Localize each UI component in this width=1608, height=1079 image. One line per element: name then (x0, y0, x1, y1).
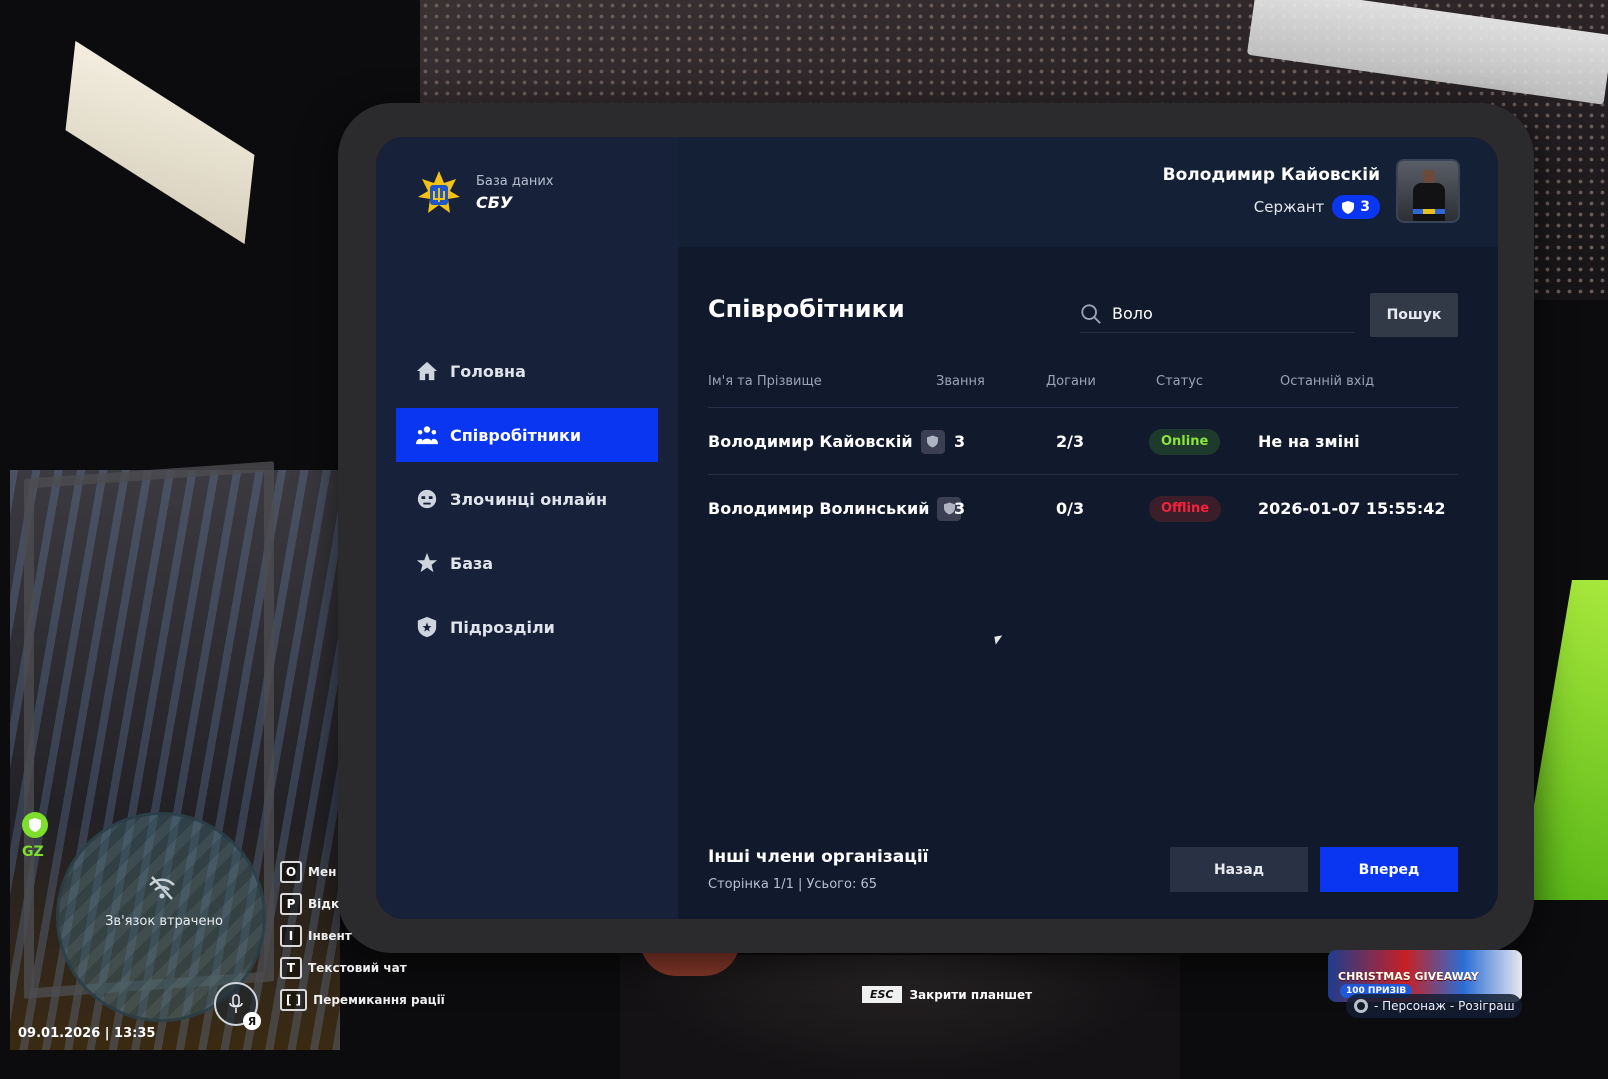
tablet: База даних СБУ Головна Співробітники Зло… (338, 103, 1534, 953)
zone-label: GZ (22, 844, 44, 860)
zone-indicator (22, 812, 48, 838)
shield-icon (920, 429, 945, 454)
column-header-name: Ім'я та Прізвище (708, 374, 822, 389)
logo: База даних СБУ (416, 169, 554, 217)
column-header-last-login: Останній вхід (1280, 374, 1375, 389)
wall-paper (65, 40, 255, 245)
user-profile: Володимир Кайовскій Сержант 3 (1163, 159, 1460, 223)
esc-key: ESC (862, 986, 902, 1003)
user-name: Володимир Кайовскій (1162, 165, 1380, 185)
employee-last-login: 2026-01-07 15:55:42 (1258, 499, 1446, 518)
sidebar-item-criminals[interactable]: Злочинці онлайн (396, 472, 658, 526)
key-i: I (280, 925, 302, 947)
employee-rank: 3 (954, 499, 966, 518)
key-label: Текстовий чат (308, 961, 407, 975)
search-box (1080, 295, 1354, 333)
rank-level: 3 (1360, 199, 1370, 215)
sidebar-nav: Головна Співробітники Злочинці онлайн Ба… (396, 344, 658, 664)
status-cell: Online (1149, 408, 1221, 475)
employee-last-login: Не на зміні (1258, 432, 1360, 451)
users-icon (416, 424, 438, 446)
datetime: 09.01.2026 | 13:35 (18, 1026, 156, 1041)
page-title: Співробітники (708, 295, 905, 323)
mouse-button-icon (1354, 999, 1368, 1013)
sidebar-item-divisions[interactable]: Підрозділи (396, 600, 658, 654)
column-header-reprimands: Догани (1046, 374, 1096, 389)
next-button[interactable]: Вперед (1320, 847, 1458, 892)
microphone-icon (229, 994, 243, 1013)
giveaway-title: CHRISTMAS GIVEAWAY (1338, 969, 1479, 983)
user-rank: Сержант (1253, 198, 1325, 216)
no-signal-icon (149, 876, 175, 900)
esc-label: Закрити планшет (909, 987, 1033, 1002)
key-t: T (280, 957, 302, 979)
sidebar-item-label: Головна (450, 361, 526, 381)
sidebar-item-base[interactable]: База (396, 536, 658, 590)
sbu-emblem-icon (418, 171, 460, 213)
logo-subtitle: База даних (476, 174, 554, 189)
giveaway-hint-label: - Персонаж - Розіграш (1374, 999, 1515, 1013)
criminal-icon (416, 488, 438, 510)
key-label: Мен (308, 865, 337, 879)
key-o: O (280, 861, 302, 883)
table-header: Ім'я та Прізвище Звання Догани Статус Ос… (708, 364, 1458, 408)
column-header-status: Статус (1156, 374, 1204, 389)
footer-title: Інші члени організації (708, 847, 929, 867)
main-content: Співробітники Пошук Ім'я та Прізвище Зва… (708, 247, 1458, 919)
key-p: P (280, 893, 302, 915)
employee-rank: 3 (954, 432, 966, 451)
star-icon (416, 552, 438, 574)
search-input[interactable] (1112, 304, 1332, 323)
key-label: Перемикання рації (313, 993, 445, 1007)
table-row[interactable]: Володимир Волинський 3 0/3 Offline 2026-… (708, 475, 1458, 542)
shield-icon (416, 616, 438, 638)
back-button[interactable]: Назад (1170, 847, 1308, 892)
mic-badge: Я (243, 1012, 261, 1030)
keybind-hints: O Мен P Відк I Інвент T Текстовий чат [ ] Пер… (280, 856, 445, 1016)
home-icon (416, 360, 438, 382)
sidebar-item-employees[interactable]: Співробітники (396, 408, 658, 462)
employee-name: Володимир Волинський (708, 499, 930, 518)
status-cell: Offline (1149, 475, 1222, 542)
mouse-cursor (994, 635, 1004, 645)
giveaway-hint: - Персонаж - Розіграш (1346, 994, 1522, 1018)
employee-reprimands: 2/3 (1056, 432, 1085, 451)
column-header-rank: Звання (936, 374, 985, 389)
table-row[interactable]: Володимир Кайовскій 3 2/3 Online Не на з… (708, 408, 1458, 475)
employee-name: Володимир Кайовскій (708, 432, 913, 451)
search-icon (1081, 303, 1101, 324)
pagination-info: Сторінка 1/1 | Усього: 65 (708, 877, 878, 892)
status-badge: Offline (1149, 495, 1222, 522)
sidebar-item-label: Підрозділи (450, 617, 555, 637)
shield-icon (1342, 200, 1355, 214)
avatar (1396, 159, 1460, 223)
status-badge: Online (1149, 428, 1221, 455)
top-bar: Володимир Кайовскій Сержант 3 (678, 137, 1498, 247)
sidebar-item-label: Співробітники (450, 425, 582, 445)
logo-title: СБУ (476, 193, 513, 212)
shield-icon (29, 818, 41, 832)
sidebar-item-home[interactable]: Головна (396, 344, 658, 398)
tablet-screen: База даних СБУ Головна Співробітники Зло… (376, 137, 1498, 919)
key-brackets: [ ] (280, 989, 308, 1011)
search-button[interactable]: Пошук (1370, 293, 1458, 337)
key-label: Інвент (308, 929, 352, 943)
employee-name-cell: Володимир Кайовскій (708, 408, 945, 475)
sidebar-item-label: Злочинці онлайн (450, 489, 608, 509)
employee-reprimands: 0/3 (1056, 499, 1085, 518)
sidebar: База даних СБУ Головна Співробітники Зло… (376, 137, 678, 919)
key-label: Відк (308, 897, 340, 911)
radar-status: Зв'язок втрачено (105, 914, 223, 929)
rank-badge: 3 (1332, 195, 1380, 219)
employee-name-cell: Володимир Волинський (708, 475, 962, 542)
close-tablet-hint: ESC Закрити планшет (862, 986, 1032, 1003)
sidebar-item-label: База (450, 553, 494, 573)
